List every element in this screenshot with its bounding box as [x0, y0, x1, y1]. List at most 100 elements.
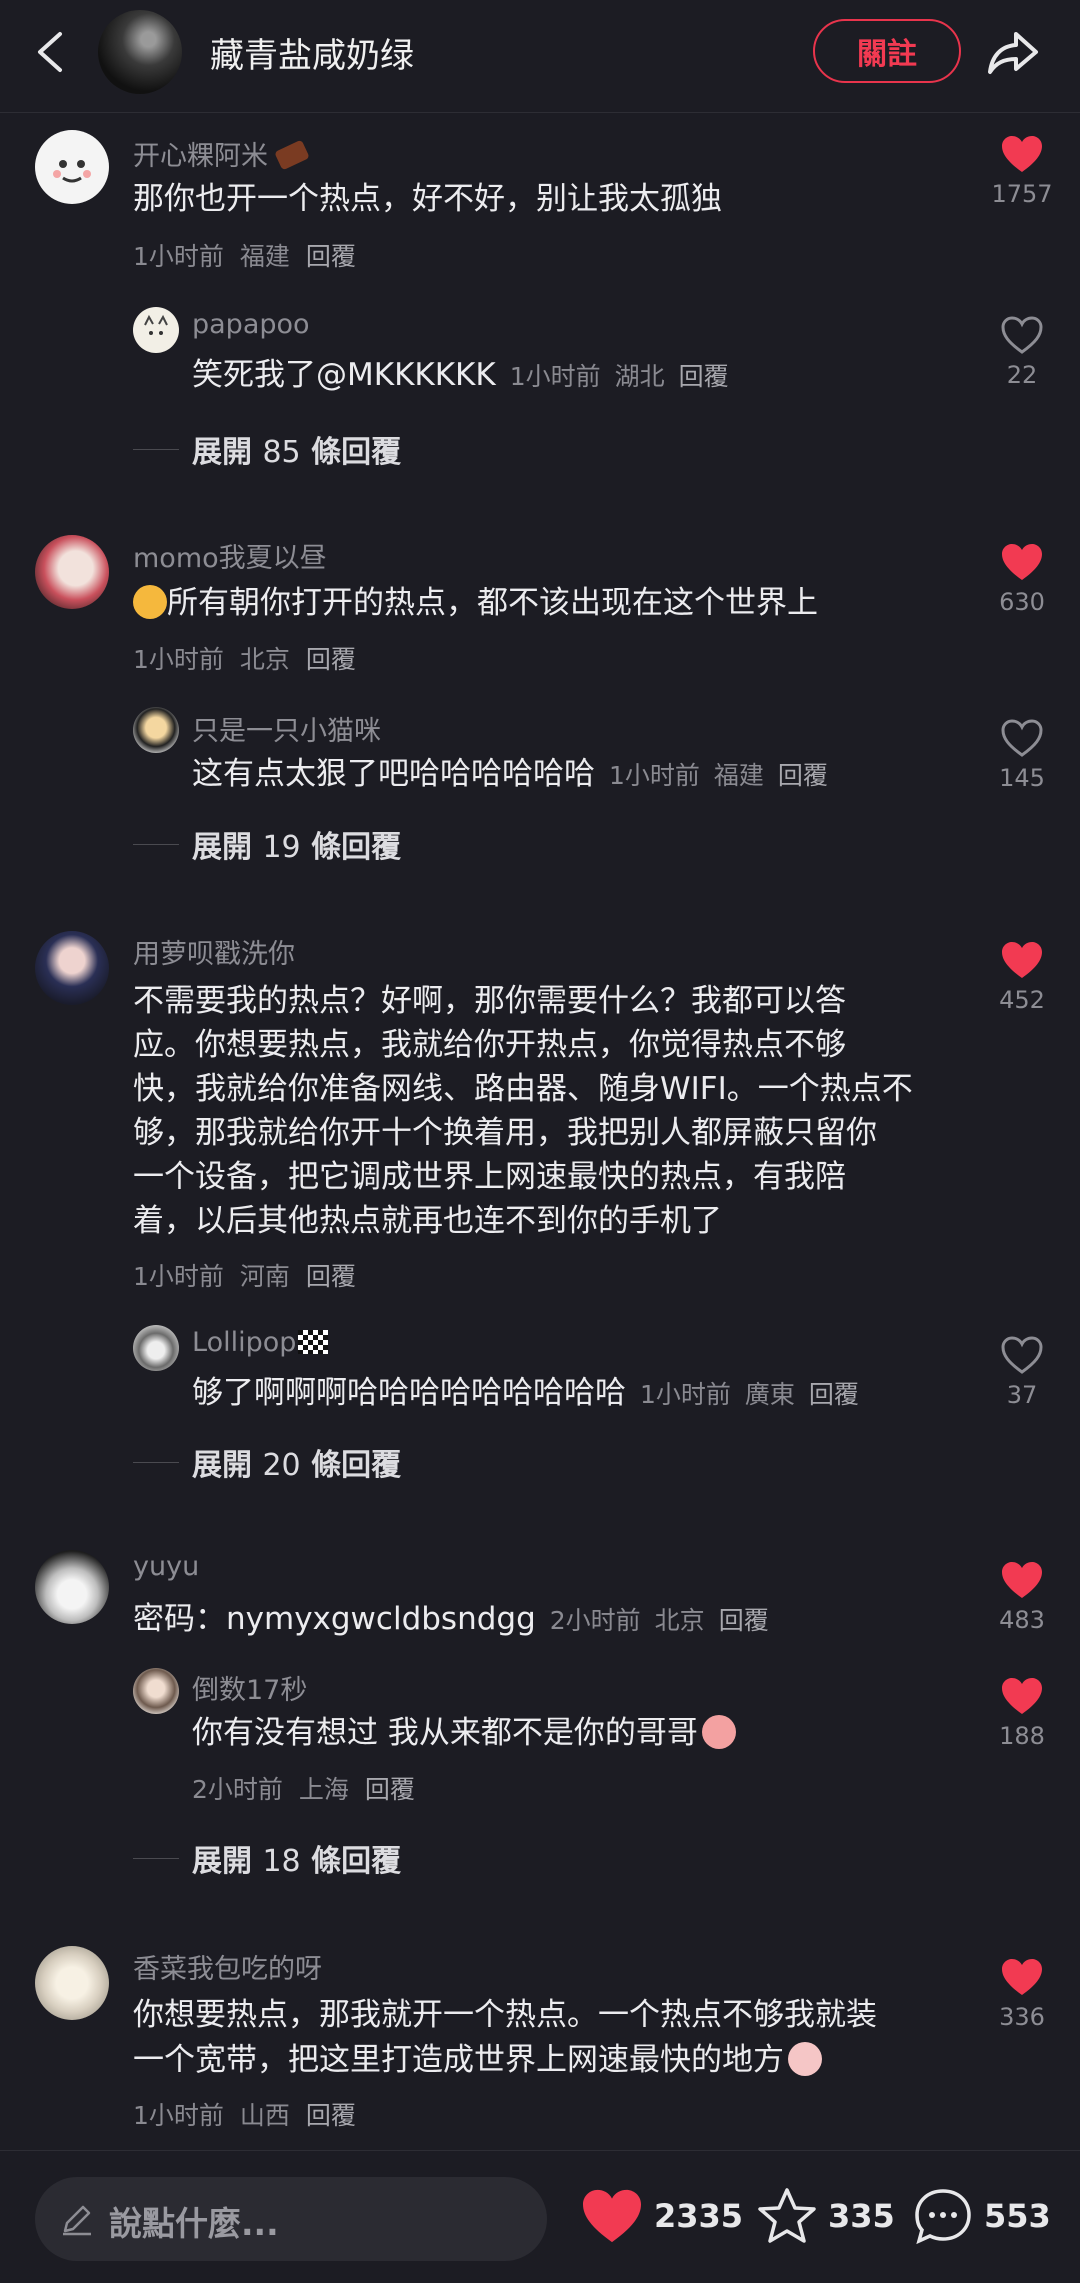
comment-time: 1小时前 [133, 645, 224, 674]
back-arrow-icon[interactable] [30, 28, 70, 76]
comment-count: 553 [984, 2197, 1051, 2235]
like-count: 145 [999, 764, 1045, 792]
reply-like-button[interactable]: 37 [982, 1335, 1062, 1409]
user-avatar[interactable] [35, 1946, 109, 2020]
heart-outline-icon [1001, 1336, 1043, 1374]
comment-text: 不需要我的热点？好啊，那你需要什么？我都可以答 应。你想要热点，我就给你开热点，… [133, 983, 913, 1239]
reply-meta: 2小时前 上海 回覆 [192, 1770, 431, 1806]
like-count: 22 [1006, 361, 1038, 389]
expand-replies-button[interactable]: 展開 18 條回覆 [192, 1836, 401, 1880]
reply-avatar[interactable] [133, 307, 179, 353]
star-outline-icon [758, 2188, 816, 2243]
comment-text: 你想要热点，那我就开一个热点。一个热点不够我就装 一个宽带，把这里打造成世界上网… [133, 1997, 877, 2078]
reply-button[interactable]: 回覆 [306, 242, 356, 271]
reply-username[interactable]: papapoo [192, 309, 310, 340]
comment-location: 河南 [239, 1262, 290, 1291]
expand-divider [133, 844, 179, 845]
bottom-bar: 說點什麼... 2335 335 553 [0, 2150, 1080, 2283]
heart-filled-icon [583, 2189, 641, 2243]
comment-username[interactable]: 香菜我包吃的呀 [133, 1947, 322, 1986]
pencil-icon [63, 2205, 91, 2236]
crying-face-emoji-icon [788, 2042, 822, 2076]
reply-avatar[interactable] [133, 707, 179, 753]
expand-replies-button[interactable]: 展開 20 條回覆 [192, 1440, 401, 1484]
comment-username[interactable]: yuyu [133, 1551, 199, 1582]
reply-button[interactable]: 回覆 [778, 761, 828, 790]
reply-button[interactable]: 回覆 [306, 645, 356, 674]
like-button[interactable]: 452 [982, 940, 1062, 1014]
like-count: 37 [1006, 1381, 1038, 1409]
comment-bubble-icon [915, 2189, 971, 2245]
comment-username[interactable]: momo我夏以昼 [133, 536, 327, 575]
top-bar: 藏青盐咸奶绿 關註 [0, 0, 1080, 113]
like-button[interactable]: 483 [982, 1560, 1062, 1634]
reply-location: 廣東 [744, 1380, 795, 1409]
like-count: 630 [999, 588, 1045, 616]
heart-outline-icon [1001, 316, 1043, 354]
reply-avatar[interactable] [133, 1668, 179, 1714]
user-avatar[interactable] [35, 931, 109, 1005]
reply-time: 2小时前 [192, 1775, 283, 1804]
like-post-button[interactable]: 2335 [580, 2181, 743, 2251]
reply-like-button[interactable]: 22 [982, 315, 1062, 389]
expand-replies-button[interactable]: 展開 85 條回覆 [192, 427, 401, 471]
chequered-flag-icon [298, 1330, 329, 1354]
comment-time: 1小时前 [133, 2101, 224, 2130]
heart-filled-icon [1002, 136, 1042, 172]
expand-divider [133, 1462, 179, 1463]
comment-time: 1小时前 [133, 242, 224, 271]
chocolate-emoji-icon [273, 139, 310, 171]
reply-location: 湖北 [614, 362, 665, 391]
reply-username[interactable]: 只是一只小猫咪 [192, 709, 381, 748]
tired-face-emoji-icon [133, 585, 167, 619]
heart-filled-icon [1002, 1562, 1042, 1598]
follow-button[interactable]: 關註 [813, 19, 961, 83]
like-button[interactable]: 1757 [982, 134, 1062, 208]
reply-like-button[interactable]: 188 [982, 1676, 1062, 1750]
comment-location: 北京 [654, 1606, 705, 1635]
heart-filled-icon [1002, 1678, 1042, 1714]
heart-filled-icon [1002, 1959, 1042, 1995]
user-avatar[interactable] [35, 130, 109, 204]
reply-username[interactable]: 倒数17秒 [192, 1668, 307, 1707]
reply-text: 这有点太狠了吧哈哈哈哈哈哈 1小时前 福建 回覆 [192, 756, 828, 792]
reply-button[interactable]: 回覆 [719, 1606, 769, 1635]
favorite-button[interactable]: 335 [756, 2181, 895, 2251]
like-button[interactable]: 630 [982, 542, 1062, 616]
reply-location: 上海 [298, 1775, 349, 1804]
comment-username[interactable]: 用萝呗戳洗你 [133, 932, 295, 971]
favorite-count: 335 [828, 2197, 895, 2235]
reply-button[interactable]: 回覆 [365, 1775, 415, 1804]
reply-button[interactable]: 回覆 [306, 1262, 356, 1291]
comment-location: 北京 [239, 645, 290, 674]
author-avatar[interactable] [98, 10, 182, 94]
like-count: 452 [999, 986, 1045, 1014]
reply-avatar[interactable] [133, 1325, 179, 1371]
like-button[interactable]: 336 [982, 1957, 1062, 2031]
comments-button[interactable]: 553 [912, 2181, 1051, 2251]
heart-filled-icon [1002, 544, 1042, 580]
user-avatar[interactable] [35, 535, 109, 609]
share-icon[interactable] [984, 22, 1044, 82]
comment-time: 2小时前 [549, 1606, 641, 1635]
comment-input[interactable]: 說點什麼... [35, 2177, 547, 2261]
comment-meta: 1小时前 福建 回覆 [133, 237, 372, 273]
comment-text: 密码：nymyxgwcldbsndgg 2小时前 北京 回覆 [133, 1601, 769, 1637]
comment-text: 所有朝你打开的热点，都不该出现在这个世界上 [133, 581, 818, 626]
author-name[interactable]: 藏青盐咸奶绿 [210, 28, 414, 77]
comment-meta: 1小时前 北京 回覆 [133, 640, 372, 676]
comment-username[interactable]: 开心粿阿米 [133, 134, 310, 173]
heart-outline-icon [1001, 719, 1043, 757]
like-count: 336 [999, 2003, 1045, 2031]
reply-location: 福建 [713, 761, 764, 790]
expand-replies-button[interactable]: 展開 19 條回覆 [192, 822, 401, 866]
user-avatar[interactable] [35, 1550, 109, 1624]
reply-button[interactable]: 回覆 [679, 362, 729, 391]
reply-button[interactable]: 回覆 [306, 2101, 356, 2130]
like-count: 188 [999, 1722, 1045, 1750]
like-count: 483 [999, 1606, 1045, 1634]
reply-button[interactable]: 回覆 [809, 1380, 859, 1409]
reply-username[interactable]: Lollipop [192, 1327, 329, 1358]
expand-divider [133, 449, 179, 450]
reply-like-button[interactable]: 145 [982, 718, 1062, 792]
